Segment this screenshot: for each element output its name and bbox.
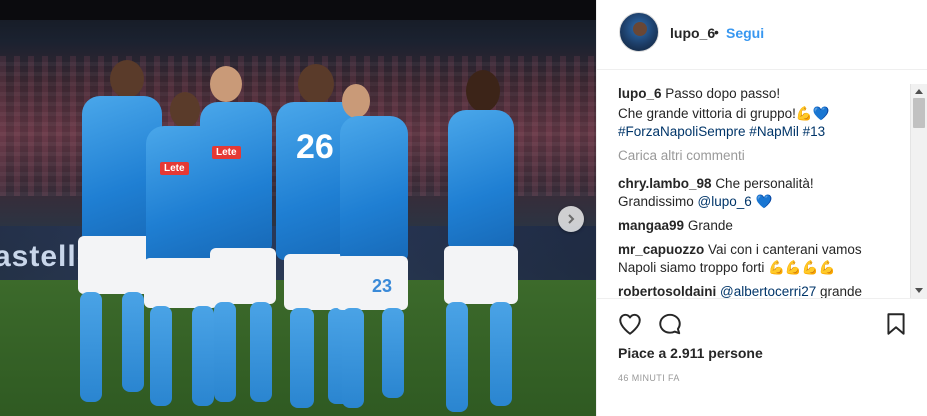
comment-item: mangaa99 Grande [618,216,733,236]
comment-username[interactable]: mr_capuozzo [618,242,704,257]
scroll-up-arrow-icon[interactable] [911,84,927,98]
caption-username[interactable]: lupo_6 [618,86,662,101]
comment-icon[interactable] [657,311,683,337]
caption-line-1: lupo_6 Passo dopo passo! [618,84,780,104]
next-photo-button[interactable] [558,206,584,232]
header-separator: • [714,24,719,40]
header-username[interactable]: lupo_6 [670,25,715,41]
post-timestamp[interactable]: 46 MINUTI FA [618,373,680,383]
comment-username[interactable]: chry.lambo_98 [618,176,712,191]
comment-username[interactable]: mangaa99 [618,218,684,233]
post-actions: Piace a 2.911 persone 46 MINUTI FA [597,298,927,416]
caption-line-2: Che grande vittoria di gruppo!💪💙 [618,106,830,121]
likes-count[interactable]: Piace a 2.911 persone [618,345,763,361]
bookmark-icon[interactable] [883,311,909,337]
comment-mention[interactable]: @lupo_6 [698,194,752,209]
post-header: lupo_6 • Segui [597,0,927,70]
post-photo[interactable]: astello Lete Lete 26 23 [0,0,596,416]
caption-hashtags[interactable]: #ForzaNapoliSempre #NapMil #13 [618,122,825,142]
follow-button[interactable]: Segui [726,25,764,41]
post-sidebar: lupo_6 • Segui lupo_6 Passo dopo passo! … [596,0,927,416]
comment-item: robertosoldaini @albertocerri27 grande [618,282,862,298]
heart-icon[interactable] [617,311,643,337]
comment-mention[interactable]: @albertocerri27 [720,284,816,298]
comment-item: mr_capuozzo Vai con i canterani vamos [618,240,862,260]
load-more-comments[interactable]: Carica altri commenti [618,148,745,163]
comment-item-continued: Grandissimo @lupo_6 💙 [618,192,772,212]
comment-text: grande [816,284,863,298]
comment-item-continued: Napoli siamo troppo forti 💪💪💪💪 [618,260,836,275]
comment-text: Vai con i canterani vamos [708,242,862,257]
avatar[interactable] [619,12,659,52]
comment-item: chry.lambo_98 Che personalità! [618,174,814,194]
scroll-down-arrow-icon[interactable] [911,284,927,298]
comment-emoji: 💙 [751,194,773,209]
caption-text: Passo dopo passo! [665,86,781,101]
comment-text: Grande [687,218,733,233]
comments-section: lupo_6 Passo dopo passo! Che grande vitt… [597,70,927,298]
chevron-right-icon [568,214,575,224]
comments-scrollbar[interactable] [910,84,927,298]
scrollbar-thumb[interactable] [913,98,925,128]
comment-username[interactable]: robertosoldaini [618,284,716,298]
comment-text: Che personalità! [715,176,814,191]
photo-top-band [0,0,596,20]
comment-text: Grandissimo [618,194,698,209]
